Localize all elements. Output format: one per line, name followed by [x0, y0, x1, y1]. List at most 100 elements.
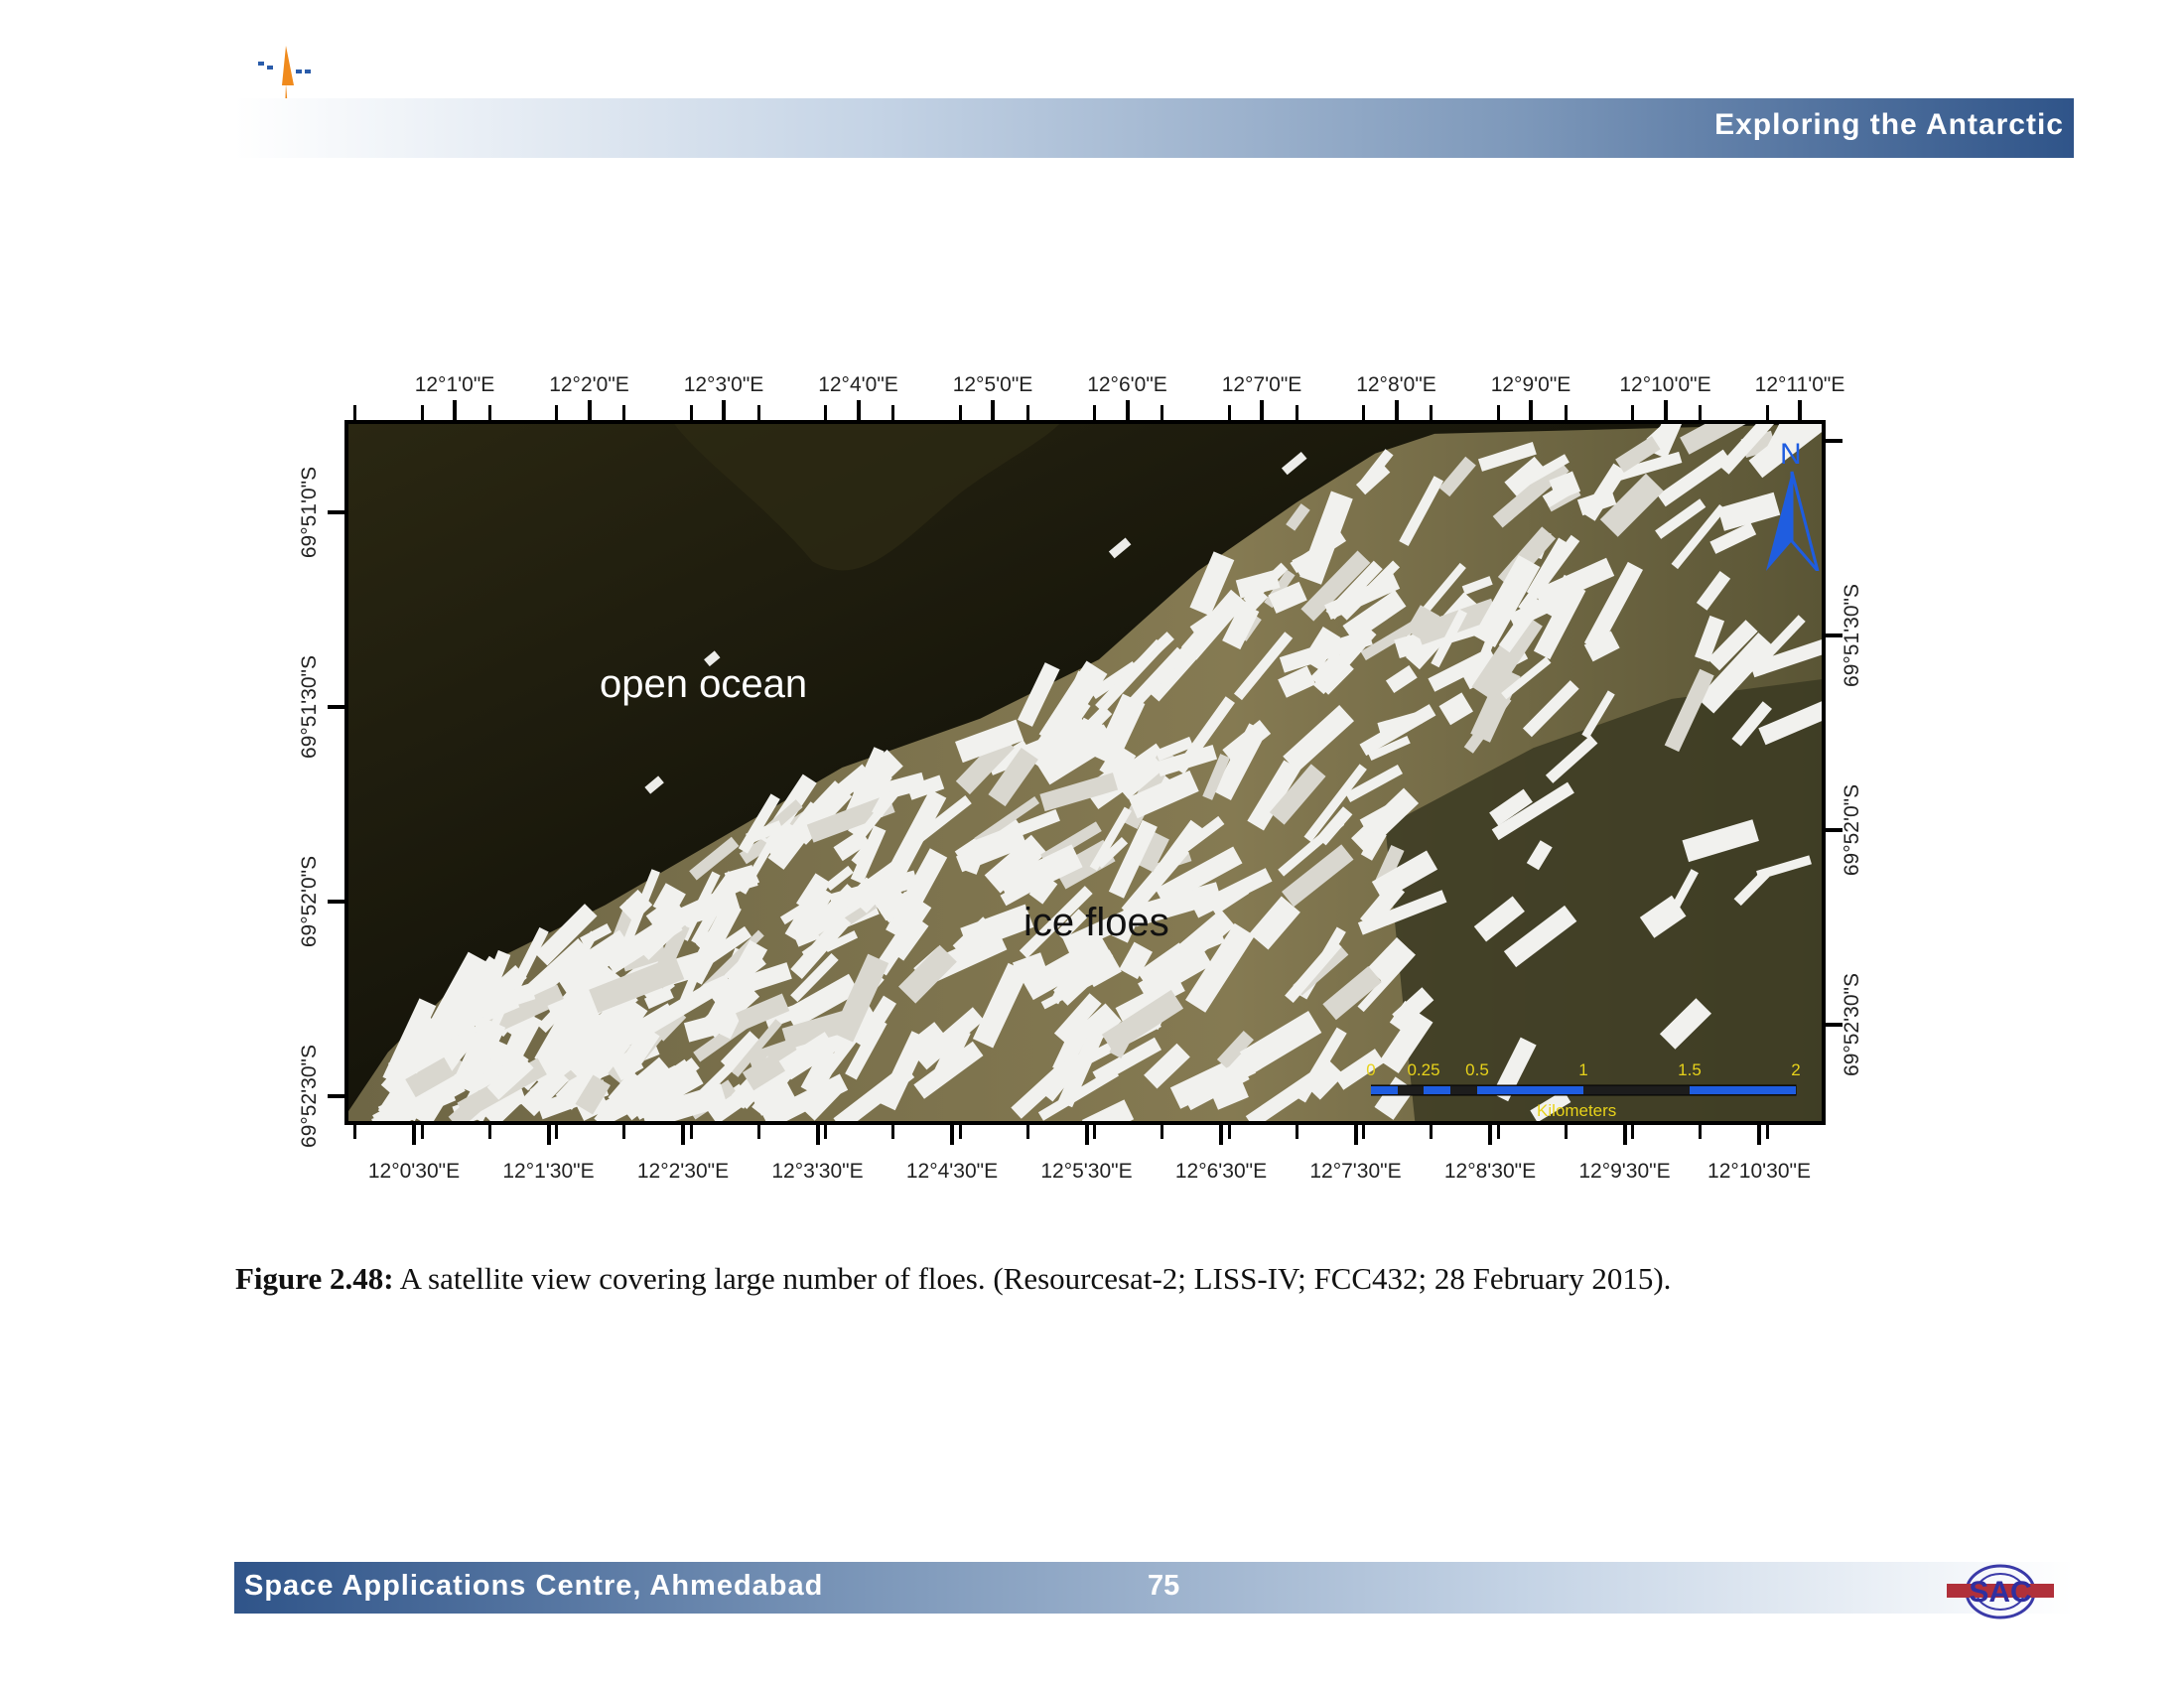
graticule-tick — [1227, 1125, 1231, 1139]
graticule-tick — [1564, 1125, 1568, 1139]
figure-caption-text: A satellite view covering large number o… — [393, 1261, 1672, 1296]
north-arrow-icon: N — [1766, 438, 1820, 571]
graticule-tick — [546, 1125, 551, 1145]
bottom-tick-label: 12°3'30"E — [771, 1160, 864, 1183]
graticule-tick — [1826, 633, 1843, 637]
graticule-tick — [1093, 405, 1097, 420]
graticule-tick — [958, 1125, 962, 1139]
graticule-tick — [958, 405, 962, 420]
bottom-tick-label: 12°10'30"E — [1707, 1160, 1811, 1183]
graticule-tick — [1362, 1125, 1366, 1139]
graticule-tick — [1084, 1125, 1089, 1145]
left-tick-label: 69°51'30"S — [298, 655, 321, 759]
graticule-tick — [1219, 1125, 1223, 1145]
graticule-tick — [587, 400, 592, 420]
graticule-tick — [1160, 405, 1163, 420]
scale-bar-graphic — [1371, 1084, 1797, 1096]
graticule-tick — [1765, 405, 1769, 420]
graticule-tick — [420, 1125, 424, 1139]
scale-tick-label: 2 — [1791, 1060, 1801, 1079]
graticule-tick — [1798, 400, 1802, 420]
right-tick-label: 69°52'30"S — [1841, 973, 1863, 1076]
graticule-tick — [328, 1094, 344, 1098]
graticule-tick — [1362, 405, 1366, 420]
footer-organization: Space Applications Centre, Ahmedabad — [244, 1570, 824, 1602]
graticule-tick — [1025, 405, 1029, 420]
figure-caption: Figure 2.48: A satellite view covering l… — [235, 1261, 1671, 1297]
left-tick-label: 69°52'0"S — [298, 855, 321, 948]
graticule-tick — [555, 1125, 559, 1139]
bottom-tick-label: 12°0'30"E — [367, 1160, 461, 1183]
graticule-tick — [412, 1125, 416, 1145]
graticule-tick — [487, 1125, 491, 1139]
graticule-tick — [722, 400, 726, 420]
graticule-tick — [1227, 405, 1231, 420]
graticule-tick — [1430, 1125, 1433, 1139]
footer-band: Space Applications Centre, Ahmedabad 75 — [234, 1562, 2074, 1614]
graticule-tick — [756, 1125, 760, 1139]
graticule-tick — [1160, 1125, 1163, 1139]
top-tick-label: 12°4'0"E — [818, 373, 898, 396]
graticule-tick — [1394, 400, 1399, 420]
scale-tick-label: 0 — [1366, 1060, 1376, 1079]
graticule-tick — [622, 1125, 625, 1139]
graticule-tick — [1025, 1125, 1029, 1139]
graticule-tick — [1631, 1125, 1635, 1139]
graticule-tick — [824, 1125, 828, 1139]
graticule-tick — [622, 405, 625, 420]
top-tick-label: 12°5'0"E — [952, 373, 1033, 396]
graticule-tick — [487, 405, 491, 420]
graticule-tick — [1260, 400, 1264, 420]
graticule-tick — [681, 1125, 685, 1145]
top-tick-label: 12°3'0"E — [683, 373, 764, 396]
graticule-tick — [328, 705, 344, 709]
graticule-tick — [856, 400, 861, 420]
sac-logo: SAC — [1947, 1564, 2054, 1619]
graticule-tick — [1564, 405, 1568, 420]
header-title: Exploring the Antarctic — [1714, 108, 2064, 141]
graticule-tick — [1663, 400, 1668, 420]
graticule-tick — [1295, 405, 1298, 420]
right-tick-label: 69°51'30"S — [1841, 584, 1863, 687]
open-ocean-label: open ocean — [600, 662, 808, 706]
header-band: Exploring the Antarctic — [234, 98, 2074, 158]
graticule-tick — [1125, 400, 1130, 420]
graticule-tick — [1631, 405, 1635, 420]
bottom-tick-label: 12°1'30"E — [502, 1160, 595, 1183]
graticule-tick — [1488, 1125, 1492, 1145]
graticule-tick — [756, 405, 760, 420]
graticule-tick — [420, 405, 424, 420]
top-tick-label: 12°11'0"E — [1754, 373, 1845, 396]
graticule-tick — [1699, 405, 1702, 420]
top-tick-label: 12°6'0"E — [1087, 373, 1167, 396]
graticule-tick — [815, 1125, 820, 1145]
graticule-tick — [1826, 439, 1843, 443]
left-tick-label: 69°52'30"S — [298, 1045, 321, 1148]
scale-unit-label: Kilometers — [1537, 1101, 1617, 1120]
graticule-tick — [453, 400, 457, 420]
graticule-tick — [689, 405, 693, 420]
figure-caption-label: Figure 2.48: — [235, 1261, 394, 1296]
graticule-tick — [555, 405, 559, 420]
bottom-tick-label: 12°7'30"E — [1309, 1160, 1402, 1183]
svg-text:SAC: SAC — [1969, 1576, 2031, 1609]
graticule-tick — [824, 405, 828, 420]
graticule-tick — [1699, 1125, 1702, 1139]
graticule-tick — [1496, 405, 1500, 420]
top-tick-label: 12°8'0"E — [1356, 373, 1436, 396]
satellite-image-rendering — [348, 424, 1822, 1121]
graticule-tick — [1826, 1023, 1843, 1027]
graticule-tick — [1353, 1125, 1358, 1145]
scale-tick-label: 0.5 — [1465, 1060, 1489, 1079]
bottom-tick-label: 12°9'30"E — [1578, 1160, 1671, 1183]
graticule-tick — [353, 1125, 356, 1139]
top-tick-label: 12°1'0"E — [414, 373, 495, 396]
scale-tick-label: 0.25 — [1407, 1060, 1440, 1079]
bottom-tick-label: 12°5'30"E — [1040, 1160, 1133, 1183]
graticule-tick — [1622, 1125, 1627, 1145]
graticule-tick — [1757, 1125, 1761, 1145]
graticule-tick — [353, 405, 356, 420]
top-tick-label: 12°2'0"E — [549, 373, 629, 396]
page-number: 75 — [1148, 1570, 1180, 1602]
left-tick-label: 69°51'0"S — [298, 466, 321, 559]
